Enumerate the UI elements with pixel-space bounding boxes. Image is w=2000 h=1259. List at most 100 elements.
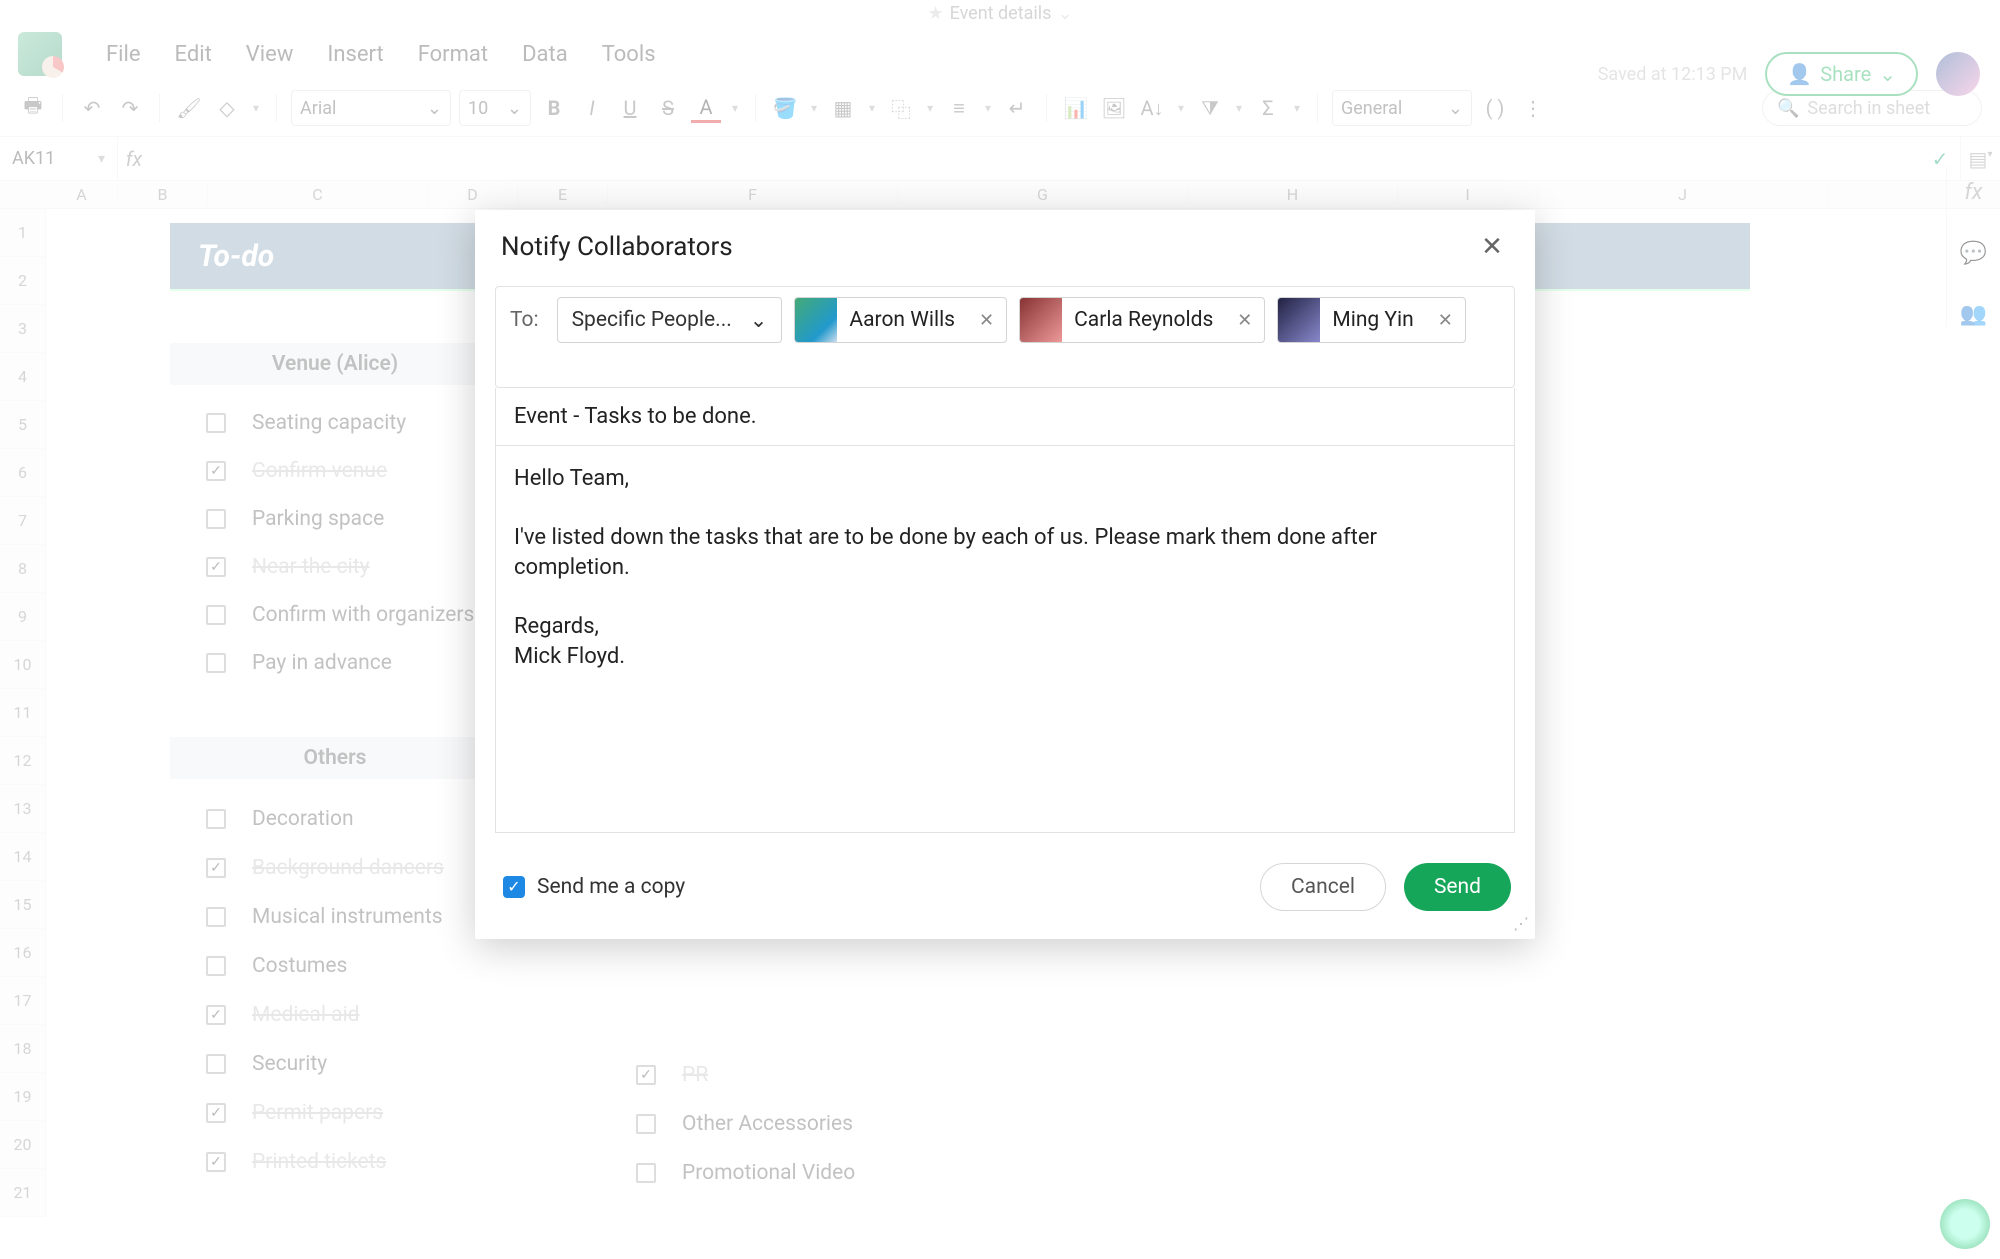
filter-caret[interactable]: ▾ — [1233, 93, 1245, 123]
merge-caret[interactable]: ▾ — [924, 93, 936, 123]
align-caret[interactable]: ▾ — [982, 93, 994, 123]
underline-icon[interactable]: U — [615, 93, 645, 123]
column-header[interactable]: C — [208, 185, 428, 204]
align-icon[interactable]: ≡ — [944, 93, 974, 123]
row-header[interactable]: 12 — [0, 737, 45, 785]
row-header[interactable]: 4 — [0, 353, 45, 401]
column-header[interactable]: G — [898, 185, 1188, 204]
row-header[interactable]: 14 — [0, 833, 45, 881]
borders-icon[interactable]: ▦ — [828, 93, 858, 123]
filter-icon[interactable]: ⧩ — [1195, 93, 1225, 123]
sigma-caret[interactable]: ▾ — [1291, 93, 1303, 123]
checkbox[interactable] — [636, 1163, 656, 1183]
favorite-star-icon[interactable]: ★ — [927, 3, 943, 24]
merge-icon[interactable]: ⿻ — [886, 93, 916, 123]
fill-caret[interactable]: ▾ — [808, 93, 820, 123]
row-header[interactable]: 5 — [0, 401, 45, 449]
row-header[interactable]: 6 — [0, 449, 45, 497]
menu-view[interactable]: View — [246, 42, 294, 67]
chart-icon[interactable]: 📊 — [1061, 93, 1091, 123]
font-family-select[interactable]: Arial⌄ — [291, 90, 451, 126]
document-title[interactable]: Event details — [950, 3, 1052, 24]
sort-caret[interactable]: ▾ — [1175, 93, 1187, 123]
help-bulb-icon[interactable] — [1940, 1199, 1990, 1249]
checkbox[interactable] — [206, 858, 226, 878]
checkbox[interactable] — [636, 1065, 656, 1085]
subject-input[interactable]: Event - Tasks to be done. — [495, 388, 1515, 446]
row-header[interactable]: 2 — [0, 257, 45, 305]
remove-recipient-icon[interactable]: ✕ — [967, 310, 1006, 331]
image-icon[interactable]: 🖼 — [1099, 93, 1129, 123]
text-color-icon[interactable]: A — [691, 93, 721, 123]
number-format-select[interactable]: General⌄ — [1332, 90, 1472, 126]
bold-icon[interactable]: B — [539, 93, 569, 123]
strike-icon[interactable]: S — [653, 93, 683, 123]
menu-edit[interactable]: Edit — [175, 42, 212, 67]
cell-reference-box[interactable]: AK11▾ — [0, 137, 118, 180]
people-panel-icon[interactable]: 👥 — [1960, 302, 1987, 327]
row-header[interactable]: 20 — [0, 1121, 45, 1169]
sigma-icon[interactable]: Σ — [1253, 93, 1283, 123]
clear-caret[interactable]: ▾ — [250, 93, 262, 123]
row-header[interactable]: 10 — [0, 641, 45, 689]
sort-icon[interactable]: A↓ — [1137, 93, 1167, 123]
checkbox[interactable] — [206, 809, 226, 829]
checkbox[interactable] — [206, 461, 226, 481]
title-dropdown-caret[interactable]: ⌄ — [1057, 3, 1072, 24]
row-header[interactable]: 8 — [0, 545, 45, 593]
parentheses-icon[interactable]: ( ) — [1480, 93, 1510, 123]
checkbox[interactable] — [206, 653, 226, 673]
send-copy-checkbox[interactable]: ✓ — [503, 876, 525, 898]
menu-file[interactable]: File — [106, 42, 141, 67]
app-logo[interactable] — [18, 32, 62, 76]
row-header[interactable]: 9 — [0, 593, 45, 641]
checkbox[interactable] — [206, 413, 226, 433]
row-header[interactable]: 15 — [0, 881, 45, 929]
cancel-button[interactable]: Cancel — [1260, 863, 1386, 911]
comments-panel-icon[interactable]: 💬 — [1960, 241, 1987, 266]
remove-recipient-icon[interactable]: ✕ — [1225, 310, 1264, 331]
share-button[interactable]: 👤 Share ⌄ — [1765, 52, 1918, 96]
menu-insert[interactable]: Insert — [327, 42, 383, 67]
checkbox[interactable] — [206, 1005, 226, 1025]
checkbox[interactable] — [206, 605, 226, 625]
wrap-icon[interactable]: ↵ — [1002, 93, 1032, 123]
menu-tools[interactable]: Tools — [602, 42, 656, 67]
send-button[interactable]: Send — [1404, 863, 1511, 911]
column-header[interactable]: F — [608, 185, 898, 204]
checkbox[interactable] — [206, 557, 226, 577]
column-header[interactable]: D — [428, 185, 518, 204]
row-header[interactable]: 18 — [0, 1025, 45, 1073]
close-icon[interactable]: ✕ — [1475, 230, 1509, 264]
fill-color-icon[interactable]: 🪣 — [770, 93, 800, 123]
column-header[interactable]: E — [518, 185, 608, 204]
checkbox[interactable] — [206, 509, 226, 529]
column-header[interactable]: A — [46, 185, 118, 204]
row-header[interactable]: 13 — [0, 785, 45, 833]
more-icon[interactable]: ⋮ — [1518, 93, 1548, 123]
print-icon[interactable]: 🖶 — [18, 93, 48, 123]
menu-data[interactable]: Data — [522, 42, 568, 67]
row-header[interactable]: 16 — [0, 929, 45, 977]
checkbox[interactable] — [206, 1103, 226, 1123]
column-header[interactable]: H — [1188, 185, 1398, 204]
column-header[interactable]: I — [1398, 185, 1538, 204]
message-body-input[interactable]: Hello Team, I've listed down the tasks t… — [495, 446, 1515, 833]
checkbox[interactable] — [206, 907, 226, 927]
undo-icon[interactable]: ↶ — [77, 93, 107, 123]
column-header[interactable]: B — [118, 185, 208, 204]
row-header[interactable]: 19 — [0, 1073, 45, 1121]
recipient-scope-dropdown[interactable]: Specific People... ⌄ — [557, 297, 783, 343]
row-header[interactable]: 3 — [0, 305, 45, 353]
text-color-caret[interactable]: ▾ — [729, 93, 741, 123]
recipients-field[interactable]: To: Specific People... ⌄ Aaron Wills ✕ C… — [495, 286, 1515, 388]
checkbox[interactable] — [206, 1054, 226, 1074]
border-caret[interactable]: ▾ — [866, 93, 878, 123]
checkbox[interactable] — [636, 1114, 656, 1134]
checkbox[interactable] — [206, 956, 226, 976]
menu-format[interactable]: Format — [418, 42, 488, 67]
row-header[interactable]: 7 — [0, 497, 45, 545]
redo-icon[interactable]: ↷ — [115, 93, 145, 123]
checkbox[interactable] — [206, 1152, 226, 1172]
resize-handle-icon[interactable]: ⋰ — [1513, 914, 1529, 933]
